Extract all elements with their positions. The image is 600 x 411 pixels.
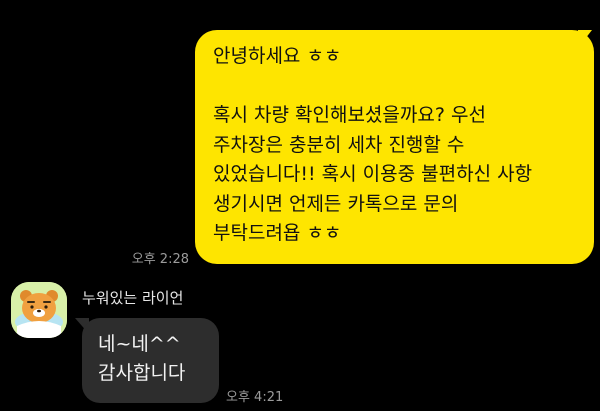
sent-message-line: 부탁드려욥 ㅎㅎ	[213, 222, 342, 244]
sent-message-line: 안녕하세요 ㅎㅎ	[213, 45, 342, 67]
ryan-character-avatar-icon[interactable]	[11, 282, 67, 338]
received-message-time: 오후 4:21	[226, 390, 284, 405]
sent-message-line: 주차장은 충분히 세차 진행할 수	[213, 133, 465, 156]
sent-message-time: 오후 2:28	[131, 252, 189, 267]
sent-message-line: 혹시 차량 확인해보셨을까요? 우선	[213, 104, 486, 126]
chat-screen: 안녕하세요 ㅎㅎ 혹시 차량 확인해보셨을까요? 우선 주차장은 충분히 세차 …	[0, 0, 600, 411]
received-message-bubble[interactable]: 네~네^^ 감사합니다	[82, 318, 219, 403]
sender-name: 누워있는 라이언	[82, 289, 184, 307]
sent-message-line: 생기시면 언제든 카톡으로 문의	[213, 192, 459, 215]
sent-message-bubble[interactable]: 안녕하세요 ㅎㅎ 혹시 차량 확인해보셨을까요? 우선 주차장은 충분히 세차 …	[195, 30, 594, 264]
received-message-line: 네~네^^	[98, 333, 181, 355]
received-message-line: 감사합니다	[98, 362, 186, 384]
sent-message-line: 있었습니다!! 혹시 이용중 불편하신 사항	[213, 163, 533, 185]
